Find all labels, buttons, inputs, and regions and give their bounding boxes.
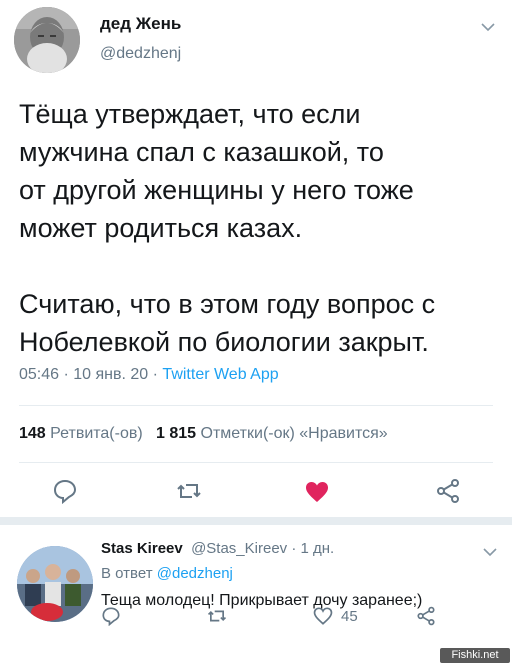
chevron-down-icon[interactable]	[483, 547, 497, 557]
divider	[19, 462, 493, 463]
reply-like-count[interactable]: 45	[341, 608, 358, 625]
retweets-count[interactable]: 148	[19, 425, 46, 442]
watermark: Fishki.net	[440, 648, 510, 663]
author-name[interactable]: дед Жень	[100, 14, 181, 34]
reply-author-handle[interactable]: @Stas_Kireev	[191, 540, 287, 557]
tweet-text-line: Нобелевкой по биологии закрыт.	[19, 327, 429, 357]
tweet-text: Тёща утверждает, что если мужчина спал с…	[19, 95, 499, 361]
retweet-icon[interactable]	[176, 478, 202, 504]
retweet-icon[interactable]	[207, 606, 227, 626]
main-tweet: дед Жень @dedzhenj Тёща утверждает, что …	[0, 0, 512, 517]
tweet-text-line: мужчина спал с казашкой, то	[19, 137, 384, 167]
tweet-text-line: может родиться казах.	[19, 213, 303, 243]
reply-author-avatar[interactable]	[17, 546, 93, 622]
reply-tweet: Stas Kireev @Stas_Kireev · 1 дн. В ответ…	[0, 525, 512, 665]
heart-icon[interactable]	[313, 606, 333, 626]
reply-bubble-icon[interactable]	[52, 478, 78, 504]
share-icon[interactable]	[435, 478, 461, 504]
tweet-text-line: от другой женщины у него тоже	[19, 175, 414, 205]
reply-author-name[interactable]: Stas Kireev	[101, 540, 183, 557]
author-avatar[interactable]	[14, 7, 80, 73]
author-handle[interactable]: @dedzhenj	[100, 45, 181, 63]
tweet-date[interactable]: 10 янв. 20	[73, 366, 148, 383]
reply-bubble-icon[interactable]	[101, 606, 121, 626]
reply-text: Теща молодец! Прикрывает дочу заранее;)	[101, 592, 423, 609]
share-icon[interactable]	[416, 606, 436, 626]
tweet-text-line: Тёща утверждает, что если	[19, 99, 361, 129]
likes-count[interactable]: 1 815	[156, 425, 196, 442]
tweet-time[interactable]: 05:46	[19, 366, 59, 383]
heart-icon[interactable]	[304, 479, 330, 505]
tweet-source[interactable]: Twitter Web App	[162, 366, 278, 383]
section-divider	[0, 517, 512, 525]
reply-age[interactable]: 1 дн.	[301, 540, 335, 557]
reply-to-line: В ответ @dedzhenj	[101, 565, 233, 582]
divider	[19, 405, 493, 406]
tweet-meta: 05:46 · 10 янв. 20 · Twitter Web App	[19, 366, 279, 383]
retweets-label[interactable]: Ретвита(-ов)	[50, 425, 143, 442]
tweet-stats: 148 Ретвита(-ов) 1 815 Отметки(-ок) «Нра…	[19, 425, 388, 443]
reply-header: Stas Kireev @Stas_Kireev · 1 дн.	[101, 540, 335, 557]
reply-to-mention[interactable]: @dedzhenj	[157, 565, 233, 582]
reply-to-prefix: В ответ	[101, 565, 153, 582]
likes-label[interactable]: Отметки(-ок) «Нравится»	[201, 425, 388, 442]
tweet-text-line: Считаю, что в этом году вопрос с	[19, 289, 436, 319]
chevron-down-icon[interactable]	[481, 22, 495, 32]
